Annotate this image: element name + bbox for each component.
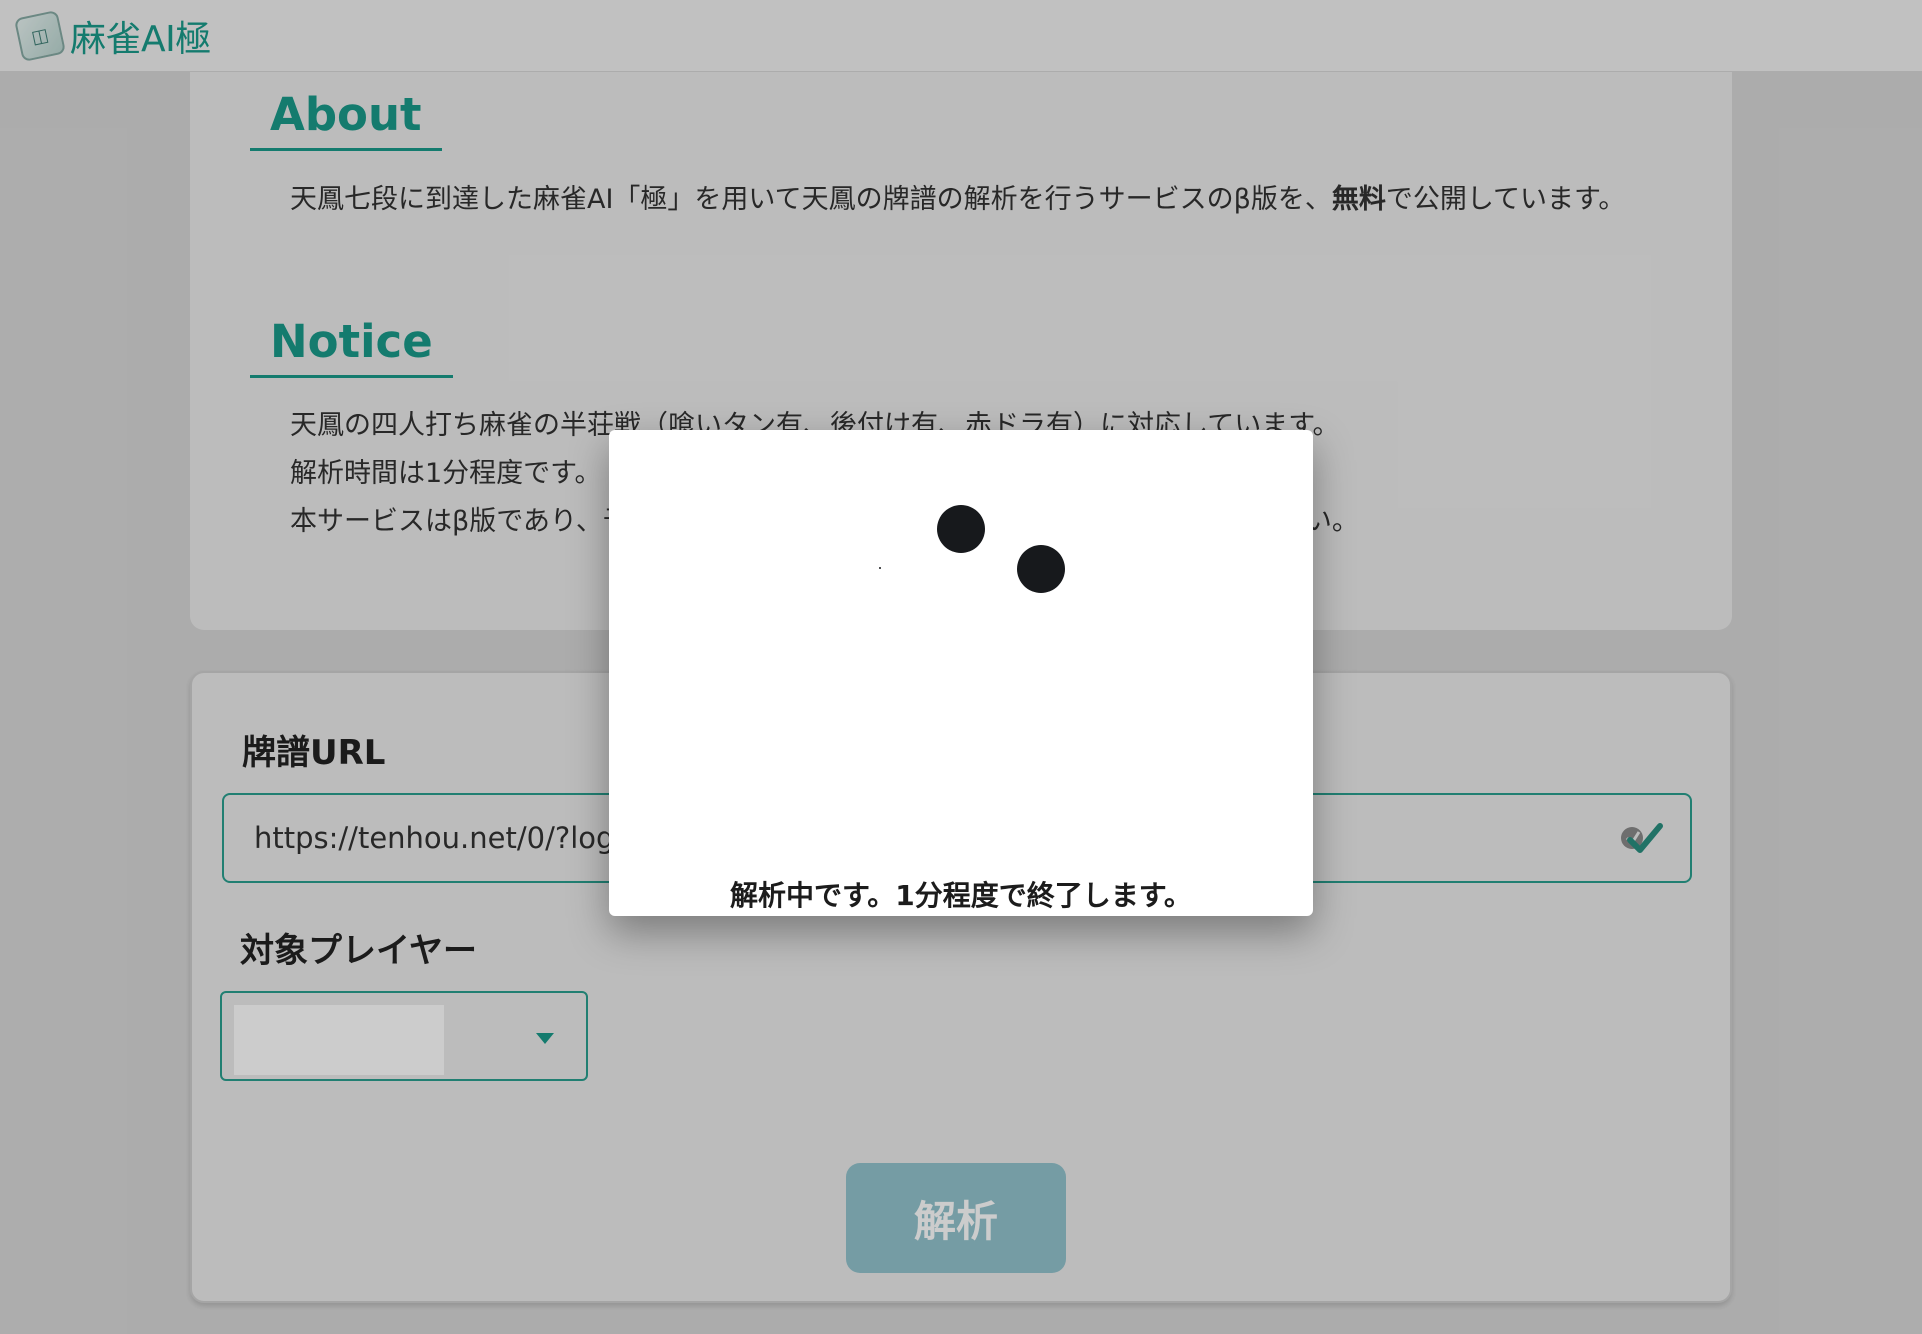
spinner-dot-icon — [879, 567, 881, 569]
loading-message: 解析中です。1分程度で終了します。 — [730, 879, 1192, 912]
spinner-dot-icon — [1017, 545, 1065, 593]
loading-modal: 解析中です。1分程度で終了します。 — [609, 430, 1313, 916]
spinner-dot-icon — [937, 505, 985, 553]
